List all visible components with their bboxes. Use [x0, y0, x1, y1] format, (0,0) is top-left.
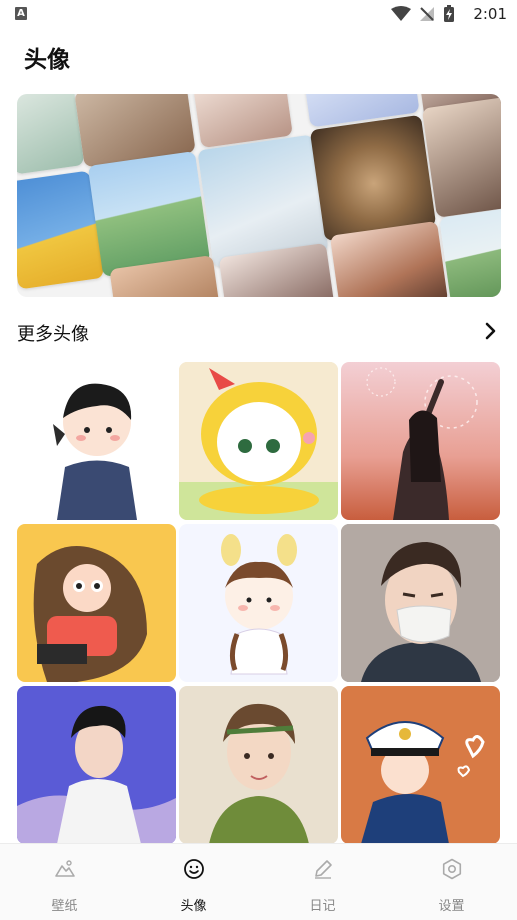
avatar-illustration	[179, 362, 338, 520]
chevron-right-icon[interactable]	[485, 322, 497, 340]
avatar-thumbnail[interactable]	[341, 362, 500, 520]
tab-label: 日记	[309, 899, 336, 914]
wifi-icon	[391, 6, 411, 21]
tab-wallpaper[interactable]: 壁纸	[0, 844, 129, 920]
tab-label: 头像	[180, 899, 207, 914]
pencil-icon	[314, 860, 332, 879]
avatar-collage-banner[interactable]	[17, 94, 501, 297]
avatar-illustration	[33, 546, 147, 682]
tab-label: 壁纸	[51, 899, 78, 914]
avatar-illustration	[361, 721, 485, 844]
tab-settings[interactable]: 设置	[387, 844, 516, 920]
battery-charging-icon	[444, 5, 454, 22]
tab-label: 设置	[438, 899, 465, 914]
avatar-illustration	[53, 383, 137, 520]
avatar-illustration	[366, 367, 478, 520]
tab-diary[interactable]: 日记	[258, 844, 387, 920]
avatar-illustration	[209, 703, 309, 844]
avatar-thumbnail[interactable]	[341, 524, 500, 682]
avatar-thumbnail[interactable]	[179, 524, 338, 682]
tab-avatar[interactable]: 头像	[129, 844, 258, 920]
avatar-thumbnail[interactable]	[341, 686, 500, 844]
page-title: 头像	[24, 47, 70, 73]
collage-photo	[439, 206, 501, 297]
no-signal-icon	[420, 7, 434, 21]
wallpaper-icon	[54, 860, 75, 877]
more-avatars-title: 更多头像	[17, 324, 89, 345]
collage-photo	[421, 96, 501, 218]
avatar-thumbnail[interactable]	[17, 362, 176, 520]
bottom-tab-bar: 壁纸 头像 日记 设置	[0, 843, 517, 920]
avatar-thumbnail[interactable]	[179, 362, 338, 520]
avatar-thumbnail[interactable]	[179, 686, 338, 844]
avatar-grid	[17, 362, 501, 844]
avatar-thumbnail[interactable]	[17, 524, 176, 682]
avatar-illustration	[221, 534, 297, 675]
collage-photo	[329, 220, 449, 297]
app-badge-icon: A	[15, 7, 27, 20]
collage-photo	[309, 114, 437, 242]
smile-icon	[183, 859, 204, 879]
avatar-thumbnail[interactable]	[17, 686, 176, 844]
collage-photo	[17, 94, 85, 175]
avatar-illustration	[17, 705, 176, 844]
avatar-illustration	[341, 524, 500, 682]
status-time: 2:01	[473, 5, 507, 23]
status-bar: A 2:01	[0, 0, 517, 28]
more-avatars-header[interactable]: 更多头像	[17, 318, 501, 348]
settings-icon	[442, 858, 461, 880]
